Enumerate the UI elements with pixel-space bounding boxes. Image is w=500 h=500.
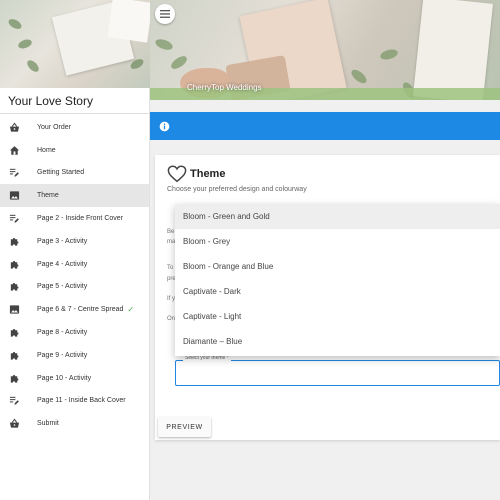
- basket-icon: [8, 417, 21, 430]
- sidebar: Your Love Story Your Order Home Getting St…: [0, 0, 150, 500]
- menu-button[interactable]: [155, 4, 175, 24]
- preview-button[interactable]: PREVIEW: [158, 417, 211, 437]
- sidebar-item-label: Page 8 - Activity: [37, 329, 88, 337]
- sidebar-item-label: Your Order: [37, 123, 71, 131]
- body-text: Be: [167, 229, 175, 235]
- sidebar-title: Your Love Story: [0, 88, 149, 114]
- sidebar-item-getting-started[interactable]: Getting Started: [0, 162, 149, 185]
- image-icon: [8, 303, 21, 316]
- theme-option[interactable]: Bloom - Green and Gold: [175, 204, 500, 229]
- sidebar-item-page-11-inside-back-cover[interactable]: Page 11 - Inside Back Cover: [0, 390, 149, 413]
- sidebar-item-label: Theme: [37, 192, 59, 200]
- brand-title: CherryTop Weddings: [187, 83, 262, 92]
- sidebar-item-page-9-activity[interactable]: Page 9 - Activity: [0, 344, 149, 367]
- puzzle-icon: [8, 258, 21, 271]
- card-title: Theme: [190, 168, 226, 180]
- theme-option[interactable]: Captivate - Light: [175, 304, 500, 329]
- sidebar-item-page-6-7-centre-spread[interactable]: Page 6 & 7 - Centre Spread ✓: [0, 298, 149, 321]
- puzzle-icon: [8, 235, 21, 248]
- sidebar-item-label: Page 5 - Activity: [37, 283, 88, 291]
- sidebar-item-label: Page 11 - Inside Back Cover: [37, 397, 126, 405]
- sidebar-item-theme[interactable]: Theme: [0, 184, 149, 208]
- sidebar-item-label: Submit: [37, 420, 59, 428]
- sidebar-nav: Your Order Home Getting Started Theme Page 2…: [0, 114, 149, 435]
- sidebar-hero-image: [0, 0, 150, 88]
- sidebar-item-page-2-inside-front-cover[interactable]: Page 2 - Inside Front Cover: [0, 207, 149, 230]
- theme-select[interactable]: [175, 360, 500, 386]
- hamburger-icon: [160, 10, 170, 18]
- card-subtitle: Choose your preferred design and colourw…: [167, 186, 307, 193]
- sidebar-item-label: Page 4 - Activity: [37, 260, 88, 268]
- home-icon: [8, 144, 21, 157]
- puzzle-icon: [8, 349, 21, 362]
- sidebar-item-your-order[interactable]: Your Order: [0, 116, 149, 139]
- theme-dropdown-menu: Bloom - Green and Gold Bloom - Grey Bloom …: [175, 204, 500, 356]
- sidebar-item-label: Getting Started: [37, 169, 85, 177]
- puzzle-icon: [8, 372, 21, 385]
- sidebar-item-label: Page 6 & 7 - Centre Spread: [37, 306, 124, 314]
- sidebar-item-label: Page 10 - Activity: [37, 374, 92, 382]
- heart-icon: [167, 165, 187, 183]
- sidebar-item-label: Page 3 - Activity: [37, 237, 88, 245]
- sidebar-item-page-3-activity[interactable]: Page 3 - Activity: [0, 230, 149, 253]
- basket-icon: [8, 121, 21, 134]
- sidebar-item-label: Page 9 - Activity: [37, 351, 88, 359]
- sidebar-item-label: Page 2 - Inside Front Cover: [37, 215, 123, 223]
- info-bar: [150, 112, 500, 140]
- theme-option[interactable]: Captivate - Dark: [175, 279, 500, 304]
- playlist-edit-icon: [8, 212, 21, 225]
- sidebar-item-page-8-activity[interactable]: Page 8 - Activity: [0, 321, 149, 344]
- sidebar-item-label: Home: [37, 146, 56, 154]
- sidebar-item-submit[interactable]: Submit: [0, 412, 149, 435]
- body-text: If y: [167, 296, 176, 302]
- info-icon[interactable]: [159, 121, 170, 132]
- puzzle-icon: [8, 280, 21, 293]
- body-text: To: [167, 265, 174, 271]
- body-text: On: [167, 316, 176, 322]
- header-banner: CherryTop Weddings: [150, 0, 500, 100]
- sidebar-item-page-10-activity[interactable]: Page 10 - Activity: [0, 367, 149, 390]
- puzzle-icon: [8, 326, 21, 339]
- playlist-edit-icon: [8, 166, 21, 179]
- theme-option[interactable]: Diamante – Blue: [175, 329, 500, 354]
- check-icon: ✓: [127, 305, 135, 315]
- sidebar-item-page-4-activity[interactable]: Page 4 - Activity: [0, 253, 149, 276]
- playlist-edit-icon: [8, 394, 21, 407]
- card-header: Theme: [167, 165, 225, 183]
- sidebar-item-page-5-activity[interactable]: Page 5 - Activity: [0, 276, 149, 299]
- theme-option[interactable]: Bloom - Grey: [175, 229, 500, 254]
- theme-option[interactable]: Bloom - Orange and Blue: [175, 254, 500, 279]
- sidebar-item-home[interactable]: Home: [0, 139, 149, 162]
- image-icon: [8, 189, 21, 202]
